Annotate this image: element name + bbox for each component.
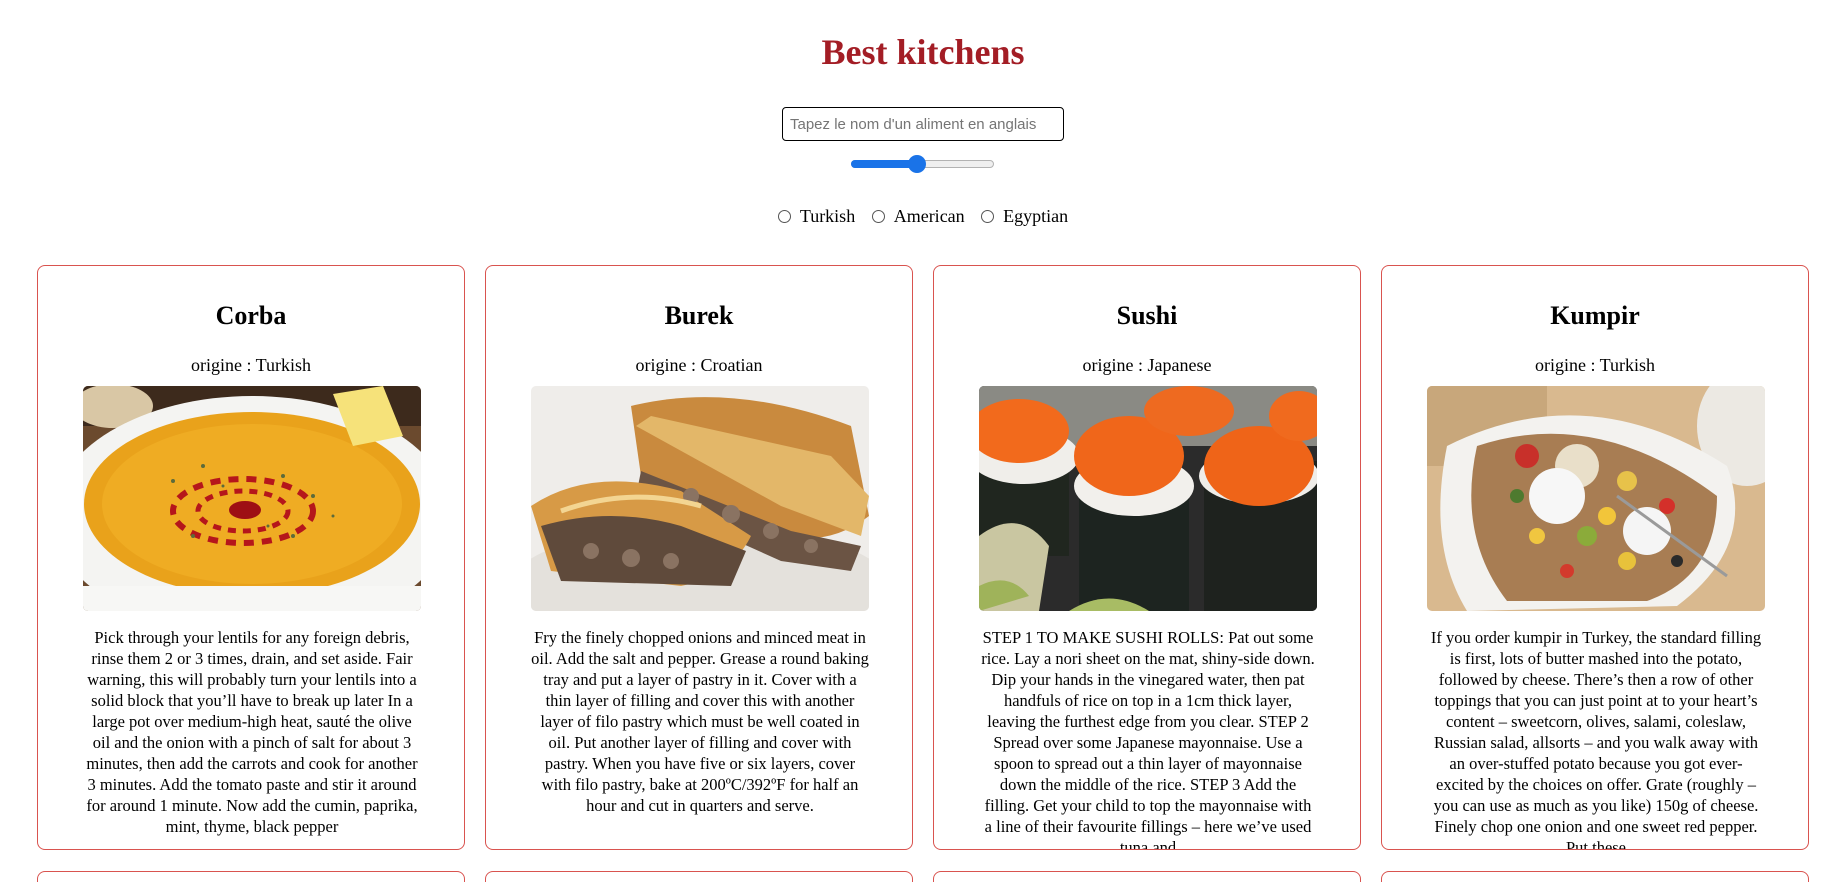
recipe-description: Pick through your lentils for any foreig… <box>86 628 418 836</box>
recipe-card: Kumpir origine : Turkish If you order ku… <box>1381 265 1809 850</box>
recipe-card-next-row <box>37 871 465 882</box>
origin-value: Croatian <box>700 355 763 375</box>
radio-circle-icon[interactable] <box>981 209 995 223</box>
recipe-name: Sushi <box>1116 301 1178 330</box>
recipe-card-next-row <box>485 871 913 882</box>
origin-prefix: origine : <box>635 355 701 375</box>
radio-egyptian[interactable]: Egyptian <box>981 205 1068 227</box>
origin-prefix: origine : <box>190 355 256 375</box>
origin-prefix: origine : <box>1534 355 1600 375</box>
radio-circle-icon[interactable] <box>777 209 791 223</box>
page-title: Best kitchens <box>821 32 1025 72</box>
radio-turkish[interactable]: Turkish <box>777 205 856 227</box>
recipe-card: Burek origine : Croatian Fry the finely … <box>485 265 913 850</box>
recipe-card: Sushi origine : Japanese STEP 1 TO MAKE … <box>933 265 1361 850</box>
recipe-name: Corba <box>215 301 287 330</box>
recipe-origin: origine : Croatian <box>486 354 912 376</box>
soup-image <box>83 386 421 611</box>
radio-label: Turkish <box>799 206 856 226</box>
sushi-image <box>979 386 1317 611</box>
recipe-description: STEP 1 TO MAKE SUSHI ROLLS: Pat out some… <box>981 628 1315 850</box>
recipe-image-potato <box>1427 386 1765 611</box>
recipe-image-sushi <box>979 386 1317 611</box>
recipe-origin: origine : Japanese <box>934 354 1360 376</box>
recipe-name: Kumpir <box>1550 301 1640 330</box>
potato-image <box>1427 386 1765 611</box>
recipe-description: Fry the finely chopped onions and minced… <box>531 628 869 815</box>
recipe-origin: origine : Turkish <box>38 354 464 376</box>
radio-american[interactable]: American <box>871 205 965 227</box>
recipe-description: If you order kumpir in Turkey, the stand… <box>1430 628 1762 850</box>
pastry-image <box>531 386 869 611</box>
cuisine-filter: Turkish American Egyptian <box>0 205 1846 228</box>
recipe-card: Corba origine : Turkish Pick through you… <box>37 265 465 850</box>
origin-value: Turkish <box>255 355 312 375</box>
slider-thumb[interactable] <box>908 155 926 173</box>
recipe-image-pastry <box>531 386 869 611</box>
origin-value: Japanese <box>1147 355 1212 375</box>
radio-label: American <box>893 206 965 226</box>
recipe-card-next-row <box>933 871 1361 882</box>
search-input[interactable] <box>782 107 1064 141</box>
radio-circle-icon[interactable] <box>871 209 885 223</box>
origin-prefix: origine : <box>1082 355 1148 375</box>
recipe-name: Burek <box>664 301 734 330</box>
origin-value: Turkish <box>1599 355 1656 375</box>
range-slider[interactable] <box>851 155 994 173</box>
recipe-origin: origine : Turkish <box>1382 354 1808 376</box>
recipe-image-soup <box>83 386 421 611</box>
recipe-card-next-row <box>1381 871 1809 882</box>
radio-label: Egyptian <box>1003 206 1069 226</box>
page: Best kitchens Turkish American Egyptian … <box>0 0 1846 882</box>
